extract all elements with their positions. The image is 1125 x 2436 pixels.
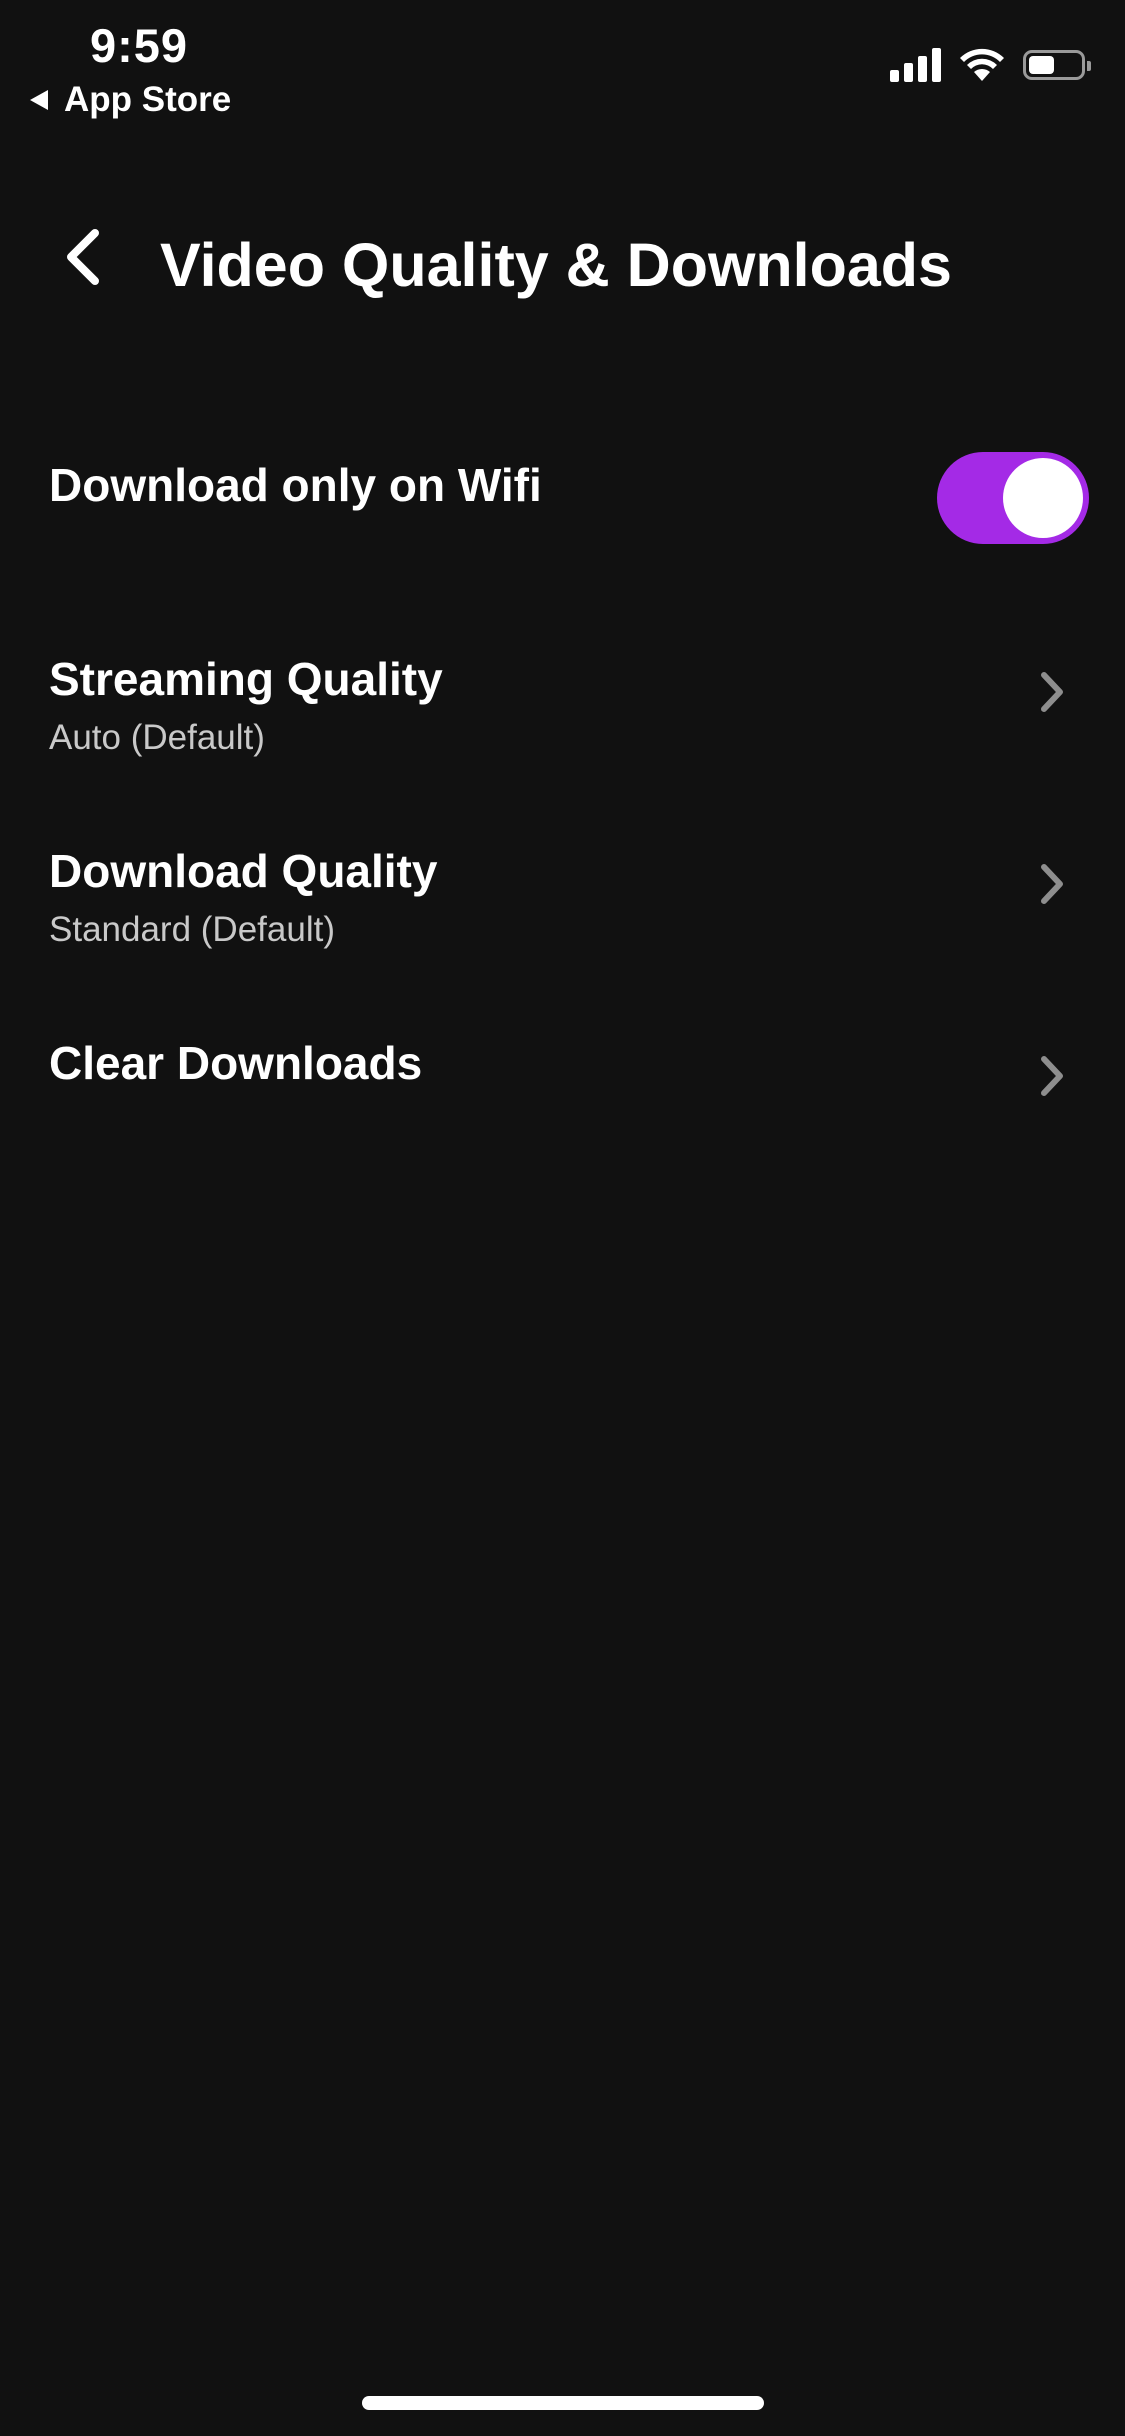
back-to-app-label: App Store — [64, 80, 232, 119]
toggle-knob — [1003, 458, 1083, 538]
back-to-app-store-link[interactable]: App Store — [30, 80, 231, 120]
wifi-only-label: Download only on Wifi — [49, 459, 542, 511]
chevron-right-icon — [1041, 864, 1063, 904]
status-bar: 9:59 App Store — [0, 0, 1125, 140]
download-quality-value: Standard (Default) — [49, 910, 335, 949]
chevron-right-icon — [1041, 1056, 1063, 1096]
chevron-left-icon — [67, 229, 99, 285]
streaming-quality-row[interactable]: Streaming Quality Auto (Default) — [0, 640, 1125, 770]
header: Video Quality & Downloads — [0, 200, 1125, 320]
download-quality-row[interactable]: Download Quality Standard (Default) — [0, 832, 1125, 962]
battery-level — [1029, 56, 1054, 74]
clear-downloads-label: Clear Downloads — [49, 1037, 423, 1089]
chevron-right-icon — [1041, 672, 1063, 712]
clear-downloads-row[interactable]: Clear Downloads — [0, 1024, 1125, 1114]
wifi-icon — [960, 48, 1004, 81]
streaming-quality-value: Auto (Default) — [49, 718, 265, 757]
status-icons — [890, 48, 1091, 82]
home-indicator — [362, 2396, 764, 2410]
streaming-quality-label: Streaming Quality — [49, 653, 443, 705]
wifi-only-toggle[interactable] — [937, 452, 1089, 544]
back-button[interactable] — [48, 222, 118, 292]
signal-icon — [890, 48, 941, 82]
status-time: 9:59 — [90, 19, 189, 72]
back-triangle-icon — [30, 90, 48, 110]
download-quality-label: Download Quality — [49, 845, 438, 897]
page-title: Video Quality & Downloads — [160, 231, 952, 299]
battery-icon — [1023, 50, 1091, 80]
